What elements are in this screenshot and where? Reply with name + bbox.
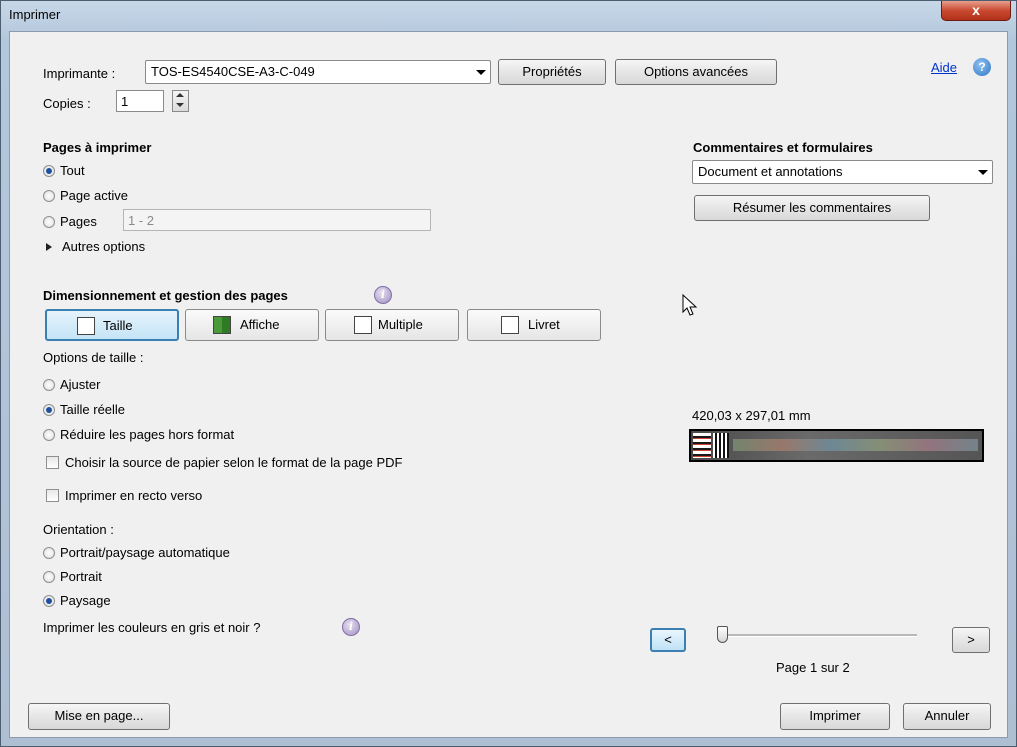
radio-actual-size[interactable] xyxy=(43,404,55,416)
size-icon xyxy=(77,317,95,335)
cancel-button[interactable]: Annuler xyxy=(903,703,991,730)
printer-label: Imprimante : xyxy=(43,66,116,81)
radio-landscape-label[interactable]: Paysage xyxy=(60,593,111,608)
paper-source-label[interactable]: Choisir la source de papier selon le for… xyxy=(65,455,402,470)
page-setup-button[interactable]: Mise en page... xyxy=(28,703,170,730)
radio-pages[interactable] xyxy=(43,216,55,228)
multiple-icon xyxy=(354,316,372,334)
info-icon[interactable]: i xyxy=(374,286,392,304)
chevron-down-icon xyxy=(476,70,486,75)
radio-portrait[interactable] xyxy=(43,571,55,583)
window-title: Imprimer xyxy=(9,7,61,22)
chevron-down-icon xyxy=(978,170,988,175)
duplex-label[interactable]: Imprimer en recto verso xyxy=(65,488,202,503)
radio-fit[interactable] xyxy=(43,379,55,391)
close-button[interactable]: x xyxy=(941,1,1011,21)
radio-portrait-label[interactable]: Portrait xyxy=(60,569,102,584)
size-options-label: Options de taille : xyxy=(43,350,144,365)
copies-stepper[interactable] xyxy=(172,90,189,112)
advanced-options-button[interactable]: Options avancées xyxy=(615,59,777,85)
tab-booklet[interactable]: Livret xyxy=(467,309,601,341)
previous-page-button[interactable]: < xyxy=(650,628,686,652)
page-slider-thumb[interactable] xyxy=(717,626,728,643)
title-bar[interactable]: Imprimer x xyxy=(1,1,1017,29)
sizing-heading: Dimensionnement et gestion des pages xyxy=(43,288,288,303)
pages-heading: Pages à imprimer xyxy=(43,140,152,155)
copies-value: 1 xyxy=(121,94,129,109)
printer-value: TOS-ES4540CSE-A3-C-049 xyxy=(151,64,315,79)
radio-auto-orientation[interactable] xyxy=(43,547,55,559)
radio-fit-label[interactable]: Ajuster xyxy=(60,377,100,392)
chevron-up-icon[interactable] xyxy=(176,93,184,97)
dialog-client-area: Imprimante : TOS-ES4540CSE-A3-C-049 Prop… xyxy=(9,31,1008,738)
print-dialog-window: Imprimer x Imprimante : TOS-ES4540CSE-A3… xyxy=(0,0,1017,747)
comments-heading: Commentaires et formulaires xyxy=(693,140,873,155)
info-icon[interactable]: i xyxy=(342,618,360,636)
booklet-icon xyxy=(501,316,519,334)
help-icon[interactable]: ? xyxy=(973,58,991,76)
orientation-label: Orientation : xyxy=(43,522,114,537)
radio-pages-label[interactable]: Pages xyxy=(60,214,97,229)
tab-multiple[interactable]: Multiple xyxy=(325,309,459,341)
preview-map-strip xyxy=(733,439,978,451)
grayscale-label: Imprimer les couleurs en gris et noir ? xyxy=(43,620,261,635)
tab-poster-label: Affiche xyxy=(240,317,280,332)
paper-source-checkbox[interactable] xyxy=(46,456,59,469)
page-slider-track[interactable] xyxy=(721,634,917,637)
radio-actual-size-label[interactable]: Taille réelle xyxy=(60,402,125,417)
next-page-button[interactable]: > xyxy=(952,627,990,653)
page-preview-thumbnail xyxy=(689,429,984,462)
duplex-checkbox[interactable] xyxy=(46,489,59,502)
paper-dimensions: 420,03 x 297,01 mm xyxy=(692,408,811,423)
more-options-link[interactable]: Autres options xyxy=(62,239,145,254)
tab-booklet-label: Livret xyxy=(528,317,560,332)
print-button[interactable]: Imprimer xyxy=(780,703,890,730)
tab-size-label: Taille xyxy=(103,318,133,333)
tab-multiple-label: Multiple xyxy=(378,317,423,332)
copies-label: Copies : xyxy=(43,96,91,111)
pages-range-value: 1 - 2 xyxy=(128,213,155,228)
tab-size[interactable]: Taille xyxy=(45,309,179,341)
page-status: Page 1 sur 2 xyxy=(776,660,850,675)
mouse-cursor-icon xyxy=(682,294,698,316)
summarize-comments-button[interactable]: Résumer les commentaires xyxy=(694,195,930,221)
chevron-down-icon[interactable] xyxy=(176,103,184,107)
pages-range-input[interactable]: 1 - 2 xyxy=(123,209,431,231)
radio-shrink[interactable] xyxy=(43,429,55,441)
radio-shrink-label[interactable]: Réduire les pages hors format xyxy=(60,427,234,442)
help-link[interactable]: Aide xyxy=(931,60,957,75)
preview-legend-block xyxy=(693,433,711,458)
poster-icon xyxy=(213,316,231,334)
tab-poster[interactable]: Affiche xyxy=(185,309,319,341)
comments-select[interactable]: Document et annotations xyxy=(692,160,993,184)
comments-value: Document et annotations xyxy=(698,164,843,179)
properties-button[interactable]: Propriétés xyxy=(498,59,606,85)
radio-all-label[interactable]: Tout xyxy=(60,163,85,178)
preview-legend-block-2 xyxy=(713,433,729,458)
radio-current-page[interactable] xyxy=(43,190,55,202)
printer-select[interactable]: TOS-ES4540CSE-A3-C-049 xyxy=(145,60,491,84)
copies-input[interactable]: 1 xyxy=(116,90,164,112)
radio-all[interactable] xyxy=(43,165,55,177)
expand-arrow-icon[interactable] xyxy=(46,243,52,251)
radio-landscape[interactable] xyxy=(43,595,55,607)
radio-current-page-label[interactable]: Page active xyxy=(60,188,128,203)
radio-auto-orientation-label[interactable]: Portrait/paysage automatique xyxy=(60,545,230,560)
